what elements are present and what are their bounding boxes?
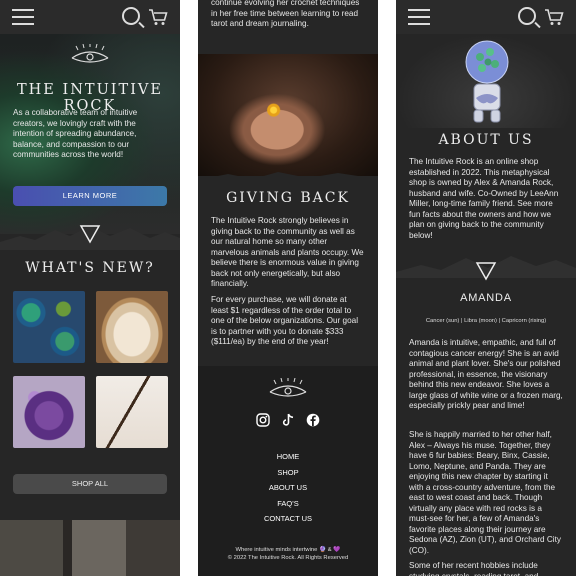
footer-link-faqs[interactable]: FAQ'S xyxy=(198,496,378,512)
bio-paragraph-3: Some of her recent hobbies include study… xyxy=(409,561,539,576)
shop-all-button[interactable]: SHOP ALL xyxy=(13,474,167,494)
footer-link-shop[interactable]: SHOP xyxy=(198,465,378,481)
astrology-signs: Cancer (sun) | Libra (moon) | Capricorn … xyxy=(425,318,547,324)
triangle-icon xyxy=(475,262,497,281)
footer-link-home[interactable]: HOME xyxy=(198,449,378,465)
amethyst-product[interactable] xyxy=(13,376,85,448)
bottom-photo xyxy=(0,520,180,576)
triangle-icon xyxy=(79,225,101,244)
giving-back-screen: continue evolving her crochet techniques… xyxy=(198,0,378,576)
menu-icon[interactable] xyxy=(408,9,430,25)
search-icon[interactable] xyxy=(122,7,140,25)
tagline: Where intuitive minds intertwine 🔮 & 💜 xyxy=(235,547,341,553)
menu-icon[interactable] xyxy=(12,9,34,25)
mountain-divider xyxy=(198,172,378,184)
footer-link-about[interactable]: ABOUT US xyxy=(198,480,378,496)
copyright: © 2022 The Intuitive Rock. All Rights Re… xyxy=(227,555,349,561)
bio-paragraph-1: Amanda is intuitive, empathic, and full … xyxy=(409,338,563,410)
tiktok-icon[interactable] xyxy=(281,413,295,427)
person-name: AMANDA xyxy=(460,292,512,304)
about-screen: ABOUT US The Intuitive Rock is an online… xyxy=(396,0,576,576)
footer-nav: HOME SHOP ABOUT US FAQ'S CONTACT US xyxy=(198,449,378,527)
giving-back-title: GIVING BACK xyxy=(226,190,350,206)
search-icon[interactable] xyxy=(518,7,536,25)
hands-flower-photo xyxy=(198,54,378,176)
whats-new-title: WHAT'S NEW? xyxy=(25,260,155,276)
instagram-icon[interactable] xyxy=(256,413,270,427)
bracelet-product[interactable] xyxy=(96,376,168,448)
eye-logo-icon xyxy=(71,44,109,63)
home-screen: THE INTUITIVE ROCK As a collaborative te… xyxy=(0,0,180,576)
footer-meta: Where intuitive minds intertwine 🔮 & 💜 ©… xyxy=(198,546,378,562)
learn-more-button[interactable]: LEARN MORE xyxy=(13,186,167,206)
footer-link-contact[interactable]: CONTACT US xyxy=(198,511,378,527)
crochet-coaster-product[interactable] xyxy=(13,291,85,363)
giving-back-p1: The Intuitive Rock strongly believes in … xyxy=(211,216,364,288)
about-title: ABOUT US xyxy=(438,132,534,148)
crystal-bowl-product[interactable] xyxy=(96,291,168,363)
top-bar xyxy=(0,0,180,35)
cart-icon[interactable] xyxy=(148,8,168,26)
crystal-mascot-illustration xyxy=(465,40,509,123)
about-text: The Intuitive Rock is an online shop est… xyxy=(409,157,559,240)
intro-text: As a collaborative team of intuitive cre… xyxy=(13,108,138,159)
facebook-icon[interactable] xyxy=(306,413,320,427)
giving-back-p2: For every purchase, we will donate at le… xyxy=(211,295,359,346)
cart-icon[interactable] xyxy=(544,8,564,26)
bio-paragraph-2: She is happily married to her other half… xyxy=(409,430,561,555)
top-bar xyxy=(396,0,576,35)
crochet-text: continue evolving her crochet techniques… xyxy=(211,0,360,28)
eye-logo-icon xyxy=(269,378,307,397)
